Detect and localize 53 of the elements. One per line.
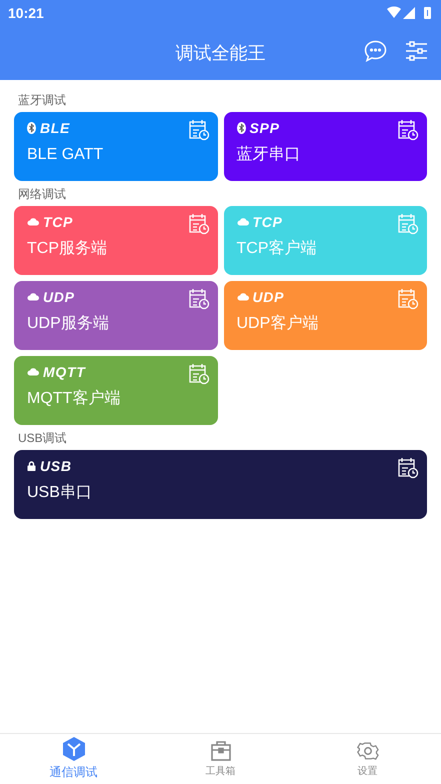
nav-tab[interactable]: 设置	[294, 734, 441, 784]
tag-label: UDP	[43, 290, 75, 304]
calendar-clock-icon	[188, 288, 210, 310]
tag-label: USB	[40, 458, 72, 472]
nav-tab[interactable]: 工具箱	[147, 734, 294, 784]
settings-icon	[356, 740, 378, 762]
tool-card[interactable]: TCP TCP服务端	[14, 206, 218, 275]
cloud-icon	[27, 367, 39, 376]
status-icons	[387, 6, 433, 20]
section-title: 网络调试	[18, 188, 67, 200]
card-label: MQTT客户端	[27, 391, 120, 407]
filter-icon[interactable]	[405, 40, 427, 62]
card-label: USB串口	[27, 485, 92, 501]
card-label: TCP服务端	[27, 241, 107, 257]
card-label: TCP客户端	[236, 241, 316, 257]
tool-card[interactable]: MQTT MQTT客户端	[14, 356, 218, 425]
cube-icon	[62, 737, 84, 761]
lock-icon	[27, 460, 36, 470]
tool-card[interactable]: UDP UDP服务端	[14, 281, 218, 350]
section-title: 蓝牙调试	[18, 94, 67, 106]
tool-card[interactable]: UDP UDP客户端	[224, 281, 427, 350]
toolbox-icon	[210, 740, 232, 762]
calendar-clock-icon	[188, 213, 210, 235]
card-label: UDP客户端	[236, 316, 318, 332]
app-title: 调试全能王	[176, 42, 266, 64]
section-title: USB调试	[18, 432, 68, 444]
tag-label: BLE	[40, 120, 70, 134]
cloud-icon	[236, 292, 248, 301]
calendar-clock-icon	[188, 119, 210, 141]
calendar-clock-icon	[188, 363, 210, 385]
status-time: 10:21	[8, 4, 44, 22]
card-label: 蓝牙串口	[236, 147, 300, 163]
tag-label: UDP	[252, 290, 284, 304]
bluetooth-icon	[27, 122, 36, 134]
tag-label: TCP	[43, 214, 74, 228]
tag-label: SPP	[250, 120, 280, 134]
cloud-icon	[236, 217, 248, 226]
cloud-icon	[27, 292, 39, 301]
calendar-clock-icon	[397, 119, 419, 141]
calendar-clock-icon	[397, 288, 419, 310]
chat-icon[interactable]	[364, 40, 387, 62]
cloud-icon	[27, 217, 39, 226]
tool-card[interactable]: BLE BLE GATT	[14, 112, 218, 181]
tag-label: TCP	[252, 214, 283, 228]
card-label: BLE GATT	[27, 147, 104, 163]
tag-label: MQTT	[43, 364, 86, 378]
bluetooth-icon	[236, 122, 246, 134]
tool-card[interactable]: USB USB串口	[14, 450, 427, 519]
card-label: UDP服务端	[27, 316, 109, 332]
calendar-clock-icon	[397, 213, 419, 235]
calendar-clock-icon	[397, 457, 419, 479]
tool-card[interactable]: SPP 蓝牙串口	[224, 112, 427, 181]
nav-tab[interactable]: 通信调试	[0, 734, 147, 784]
